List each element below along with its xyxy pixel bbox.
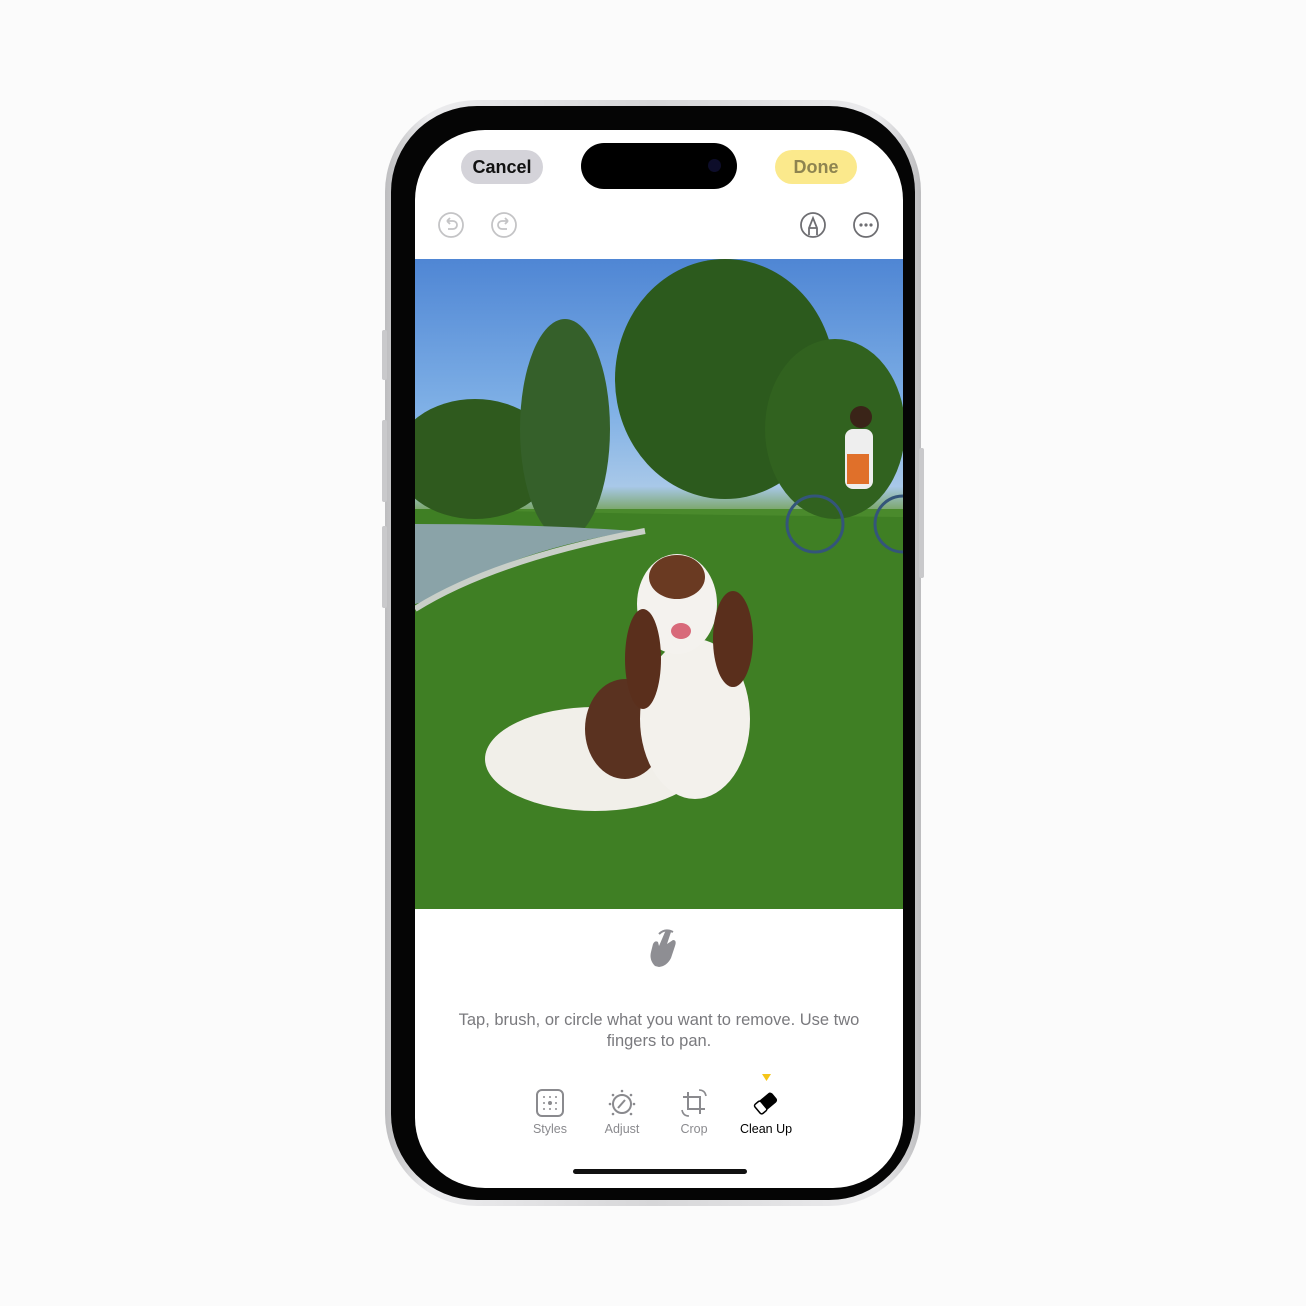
adjust-icon [608, 1089, 636, 1116]
redo-icon[interactable] [490, 211, 518, 239]
cancel-button[interactable]: Cancel [461, 150, 543, 184]
done-button[interactable]: Done [775, 150, 857, 184]
crop-icon [681, 1089, 707, 1117]
tab-adjust[interactable]: Adjust [587, 1088, 657, 1136]
photos-edit-screen: Cancel Done Tap, brush, or circle what y… [415, 130, 903, 1188]
bezel: Cancel Done Tap, brush, or circle what y… [391, 106, 915, 1200]
tab-styles[interactable]: Styles [515, 1088, 585, 1136]
tab-crop[interactable]: Crop [659, 1088, 729, 1136]
cleanup-hint-text: Tap, brush, or circle what you want to r… [458, 1011, 860, 1050]
styles-icon [536, 1089, 564, 1117]
volume-up-button [382, 420, 387, 502]
undo-icon[interactable] [437, 211, 465, 239]
edit-tab-bar: Styles Adjust Crop Clean Up [515, 1074, 815, 1148]
selected-indicator-icon [762, 1074, 771, 1081]
tab-label: Adjust [604, 1122, 640, 1136]
volume-down-button [382, 526, 387, 608]
iphone-frame: Cancel Done Tap, brush, or circle what y… [382, 100, 924, 1206]
photo-canvas[interactable] [415, 259, 903, 909]
hand-gesture-icon [650, 929, 676, 967]
markup-icon[interactable] [799, 211, 827, 239]
camera-icon [708, 159, 721, 172]
more-icon[interactable] [852, 211, 880, 239]
tab-label: Crop [680, 1122, 708, 1136]
side-button [919, 448, 924, 578]
photo-dog-in-park [415, 259, 903, 909]
dynamic-island [581, 143, 737, 189]
home-indicator[interactable] [573, 1169, 747, 1174]
tab-label: Clean Up [739, 1122, 793, 1136]
tab-label: Styles [532, 1122, 568, 1136]
tab-clean-up[interactable]: Clean Up [731, 1074, 801, 1136]
action-button [382, 330, 387, 380]
eraser-icon [753, 1092, 778, 1115]
